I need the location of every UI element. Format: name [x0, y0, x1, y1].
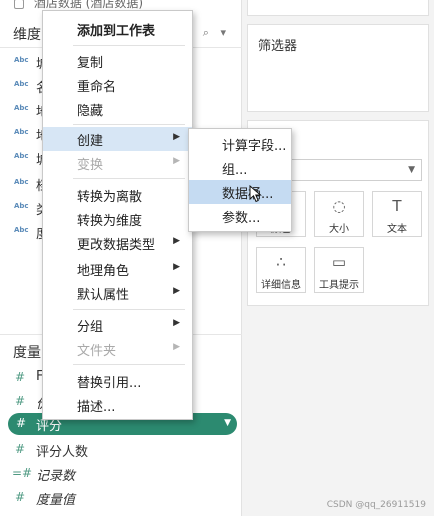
menu-item-convert-to-dimension[interactable]: 转换为维度 — [43, 207, 192, 231]
pages-shelf[interactable] — [247, 0, 429, 16]
abc-icon: Abc — [14, 178, 29, 186]
submenu-item-calculated-field[interactable]: 计算字段... — [189, 132, 291, 156]
create-submenu: 计算字段... 组... 数据桶... 参数... — [188, 128, 292, 232]
menu-item-geographic-role[interactable]: 地理角色 ▶ — [43, 257, 192, 281]
size-icon: ◌ — [332, 197, 346, 215]
measure-field[interactable]: # 度量值 — [0, 486, 242, 510]
menu-item-replace-references[interactable]: 替换引用... — [43, 369, 192, 393]
field-name: 度量值 — [36, 493, 76, 508]
chevron-right-icon: ▶ — [173, 156, 180, 166]
menu-item-copy[interactable]: 复制 — [43, 49, 192, 73]
abc-icon: Abc — [14, 226, 29, 234]
cards-pane: 筛选器 ▼ ⁙ 颜色 ◌ 大小 T 文本 ∴ 详细信息 ▭ 工具提示 — [242, 0, 434, 516]
text-icon: T — [392, 197, 402, 215]
abc-icon: Abc — [14, 80, 29, 88]
abc-icon: Abc — [14, 152, 29, 160]
submenu-item-group[interactable]: 组... — [189, 156, 291, 180]
measure-icon: # — [16, 416, 27, 430]
watermark: CSDN @qq_26911519 — [326, 500, 426, 510]
tooltip-button[interactable]: ▭ 工具提示 — [314, 247, 364, 293]
detail-icon: ∴ — [276, 253, 286, 271]
chevron-right-icon: ▶ — [173, 318, 180, 328]
tooltip-icon: ▭ — [331, 253, 347, 271]
submenu-item-bins[interactable]: 数据桶... — [189, 180, 291, 204]
chevron-right-icon: ▶ — [173, 132, 180, 142]
menu-divider — [73, 309, 185, 310]
submenu-item-parameter[interactable]: 参数... — [189, 204, 291, 228]
abc-icon: Abc — [14, 104, 29, 112]
mark-button-label: 详细信息 — [261, 280, 301, 291]
abc-icon: Abc — [14, 202, 29, 210]
chevron-right-icon: ▶ — [173, 286, 180, 296]
menu-item-group[interactable]: 分组 ▶ — [43, 313, 192, 337]
measure-icon: # — [15, 490, 26, 504]
measures-title: 度量 — [13, 345, 41, 361]
menu-divider — [73, 178, 185, 179]
chevron-down-icon: ▼ — [408, 165, 415, 175]
abc-icon: Abc — [14, 128, 29, 136]
measure-icon: # — [15, 370, 26, 384]
datasource-icon — [14, 0, 24, 9]
filters-card[interactable]: 筛选器 — [247, 24, 429, 112]
menu-item-add-to-sheet[interactable]: 添加到工作表 — [43, 17, 192, 41]
mouse-pointer-icon — [249, 185, 262, 203]
menu-item-convert-to-discrete[interactable]: 转换为离散 — [43, 183, 192, 207]
mark-button-label: 文本 — [387, 224, 407, 235]
menu-item-change-data-type[interactable]: 更改数据类型 ▶ — [43, 231, 192, 255]
size-button[interactable]: ◌ 大小 — [314, 191, 364, 237]
text-button[interactable]: T 文本 — [372, 191, 422, 237]
datasource-name: 酒店数据 (酒店数据) — [33, 0, 144, 10]
mark-button-label: 大小 — [329, 224, 349, 235]
menu-item-create[interactable]: 创建 ▶ — [43, 127, 192, 151]
measure-icon: # — [15, 394, 26, 408]
measure-icon: # — [15, 442, 26, 456]
menu-divider — [73, 124, 185, 125]
mark-button-label: 工具提示 — [319, 280, 359, 291]
dimensions-title: 维度 — [13, 27, 41, 43]
menu-item-describe[interactable]: 描述... — [43, 393, 192, 417]
menu-item-rename[interactable]: 重命名 — [43, 73, 192, 97]
chevron-right-icon: ▶ — [173, 236, 180, 246]
menu-item-folder[interactable]: 文件夹 ▶ — [43, 337, 192, 361]
calculated-measure-icon: =# — [12, 466, 33, 480]
detail-button[interactable]: ∴ 详细信息 — [256, 247, 306, 293]
menu-item-hide[interactable]: 隐藏 — [43, 97, 192, 121]
menu-item-default-properties[interactable]: 默认属性 ▶ — [43, 281, 192, 305]
menu-divider — [73, 364, 185, 365]
filters-title: 筛选器 — [258, 39, 298, 54]
abc-icon: Abc — [14, 56, 29, 64]
measure-field[interactable]: =# 记录数 — [0, 462, 242, 486]
chevron-down-icon[interactable]: ▼ — [224, 418, 231, 428]
field-name: 评分人数 — [36, 445, 89, 460]
measure-field[interactable]: # 评分人数 — [0, 438, 242, 462]
chevron-right-icon: ▶ — [173, 342, 180, 352]
field-context-menu: 添加到工作表 复制 重命名 隐藏 创建 ▶ 变换 ▶ 转换为离散 转换为维度 更… — [42, 10, 193, 420]
menu-item-transform[interactable]: 变换 ▶ — [43, 151, 192, 175]
field-name: 记录数 — [36, 469, 76, 484]
menu-divider — [73, 45, 185, 46]
chevron-right-icon: ▶ — [173, 262, 180, 272]
